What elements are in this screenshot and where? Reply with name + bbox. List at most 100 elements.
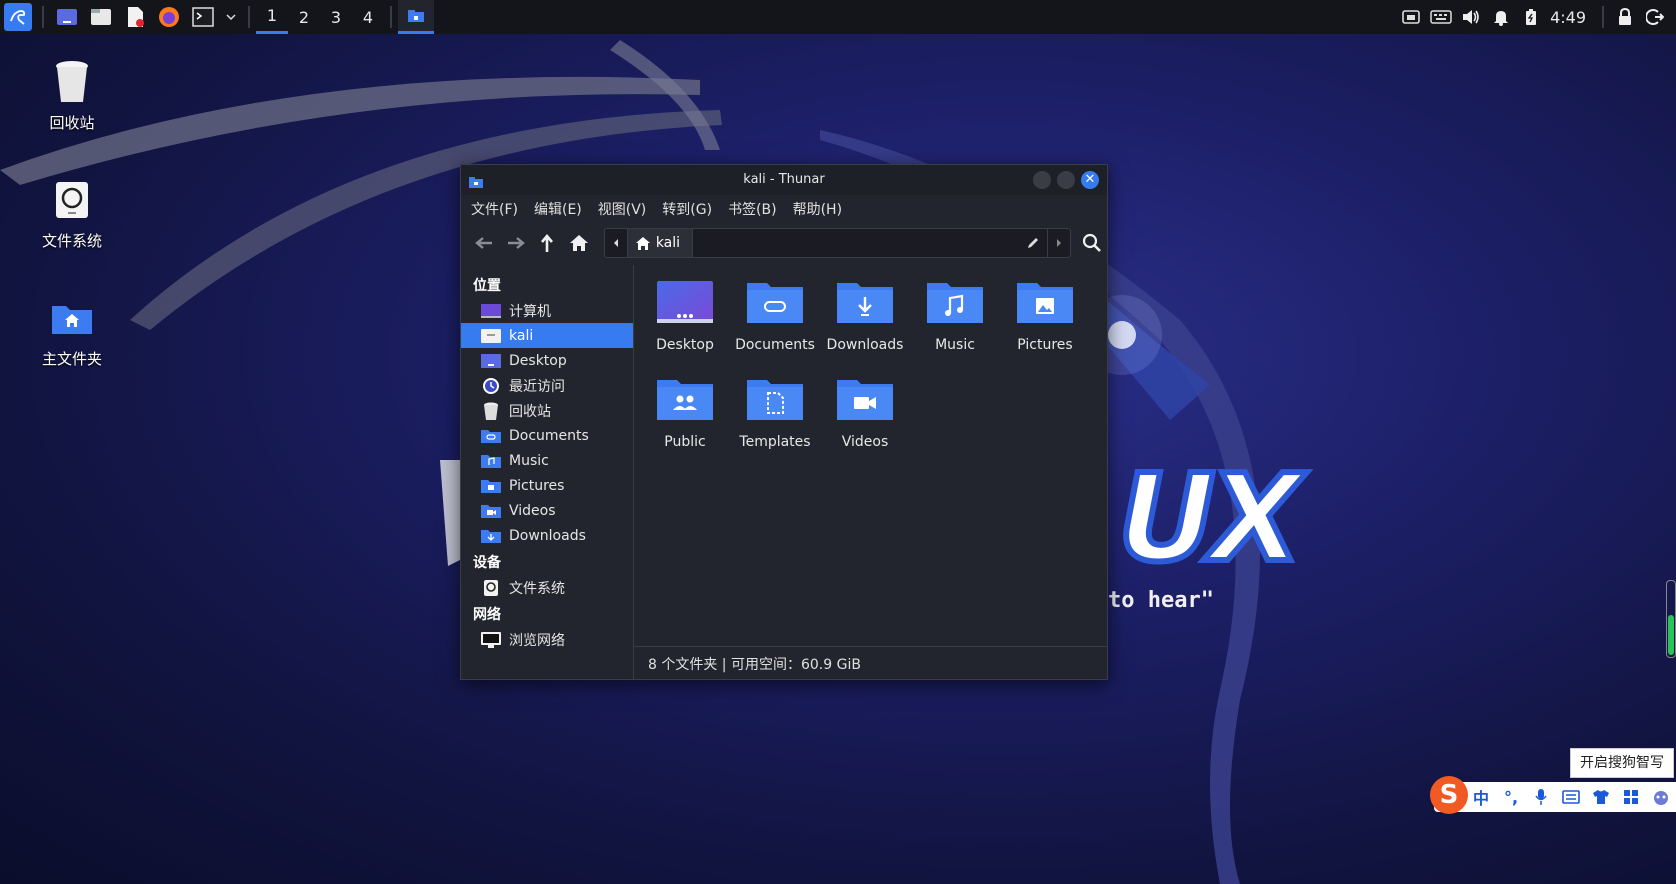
screenshot-icon[interactable] [1396,0,1426,34]
caret-right-icon [1057,239,1062,247]
desktop-icon [481,352,501,370]
workspace-3[interactable]: 3 [320,0,352,34]
workspace-4[interactable]: 4 [352,0,384,34]
folder-documents-icon [481,427,501,445]
logout-icon[interactable] [1640,0,1670,34]
file-view[interactable]: Desktop Documents Downloads Music Pictur… [634,265,1107,679]
menu-view[interactable]: 视图(V) [598,199,647,219]
path-crumb-label: kali [655,235,681,251]
file-item-templates[interactable]: Templates [730,376,820,473]
folder-music-icon [481,452,501,470]
search-button[interactable] [1077,228,1107,258]
workspace-2[interactable]: 2 [288,0,320,34]
file-item-pictures[interactable]: Pictures [1000,279,1090,376]
file-item-public[interactable]: Public [640,376,730,473]
path-crumb-kali[interactable]: kali [627,229,694,257]
panel-separator [1602,6,1604,28]
folder-pictures-icon [1015,279,1075,327]
sidebar-item-kali[interactable]: kali [461,323,633,348]
sidebar-item-documents[interactable]: Documents [461,423,633,448]
menu-file[interactable]: 文件(F) [471,199,518,219]
parent-folder-button[interactable] [532,228,562,258]
battery-icon[interactable] [1516,0,1546,34]
text-editor-icon[interactable] [122,4,148,30]
sidebar-item-downloads[interactable]: Downloads [461,523,633,548]
workspace-1[interactable]: 1 [256,0,288,34]
sidebar-item-computer[interactable]: 计算机 [461,298,633,323]
file-item-label: Music [935,337,975,353]
notification-bell-icon[interactable] [1486,0,1516,34]
toolbox-grid-icon[interactable] [1616,789,1646,805]
soft-keyboard-icon[interactable] [1556,790,1586,804]
firefox-icon[interactable] [156,4,182,30]
ime-mascot-icon[interactable] [1646,788,1676,806]
sidebar-item-filesystem[interactable]: 文件系统 [461,575,633,600]
sidebar-item-trash[interactable]: 回收站 [461,398,633,423]
skin-shirt-icon[interactable] [1586,789,1616,805]
desktop-icon-filesystem[interactable]: 文件系统 [12,176,132,251]
menu-help[interactable]: 帮助(H) [793,199,842,219]
path-scroll-left-button[interactable] [605,229,628,257]
kali-menu-icon[interactable] [4,3,32,31]
sidebar-item-label: 最近访问 [509,378,565,395]
window-titlebar[interactable]: kali - Thunar ✕ [461,165,1107,195]
sidebar-item-label: 浏览网络 [509,632,565,649]
window-title: kali - Thunar [743,172,825,187]
volume-icon[interactable] [1456,0,1486,34]
desktop-icon-label: 文件系统 [41,232,102,250]
folder-templates-icon [745,376,805,424]
microphone-icon[interactable] [1526,788,1556,806]
folder-videos-icon [481,502,501,520]
ime-mode-toggle[interactable]: 中 [1466,785,1496,809]
desktop-icon-home[interactable]: 主文件夹 [12,294,132,369]
sidebar-item-videos[interactable]: Videos [461,498,633,523]
sidebar-item-browse-network[interactable]: 浏览网络 [461,627,633,652]
edit-location-button[interactable] [1026,235,1040,254]
home-folder-icon [50,294,94,342]
file-item-videos[interactable]: Videos [820,376,910,473]
location-bar[interactable]: kali [603,228,1072,258]
folder-videos-icon [835,376,895,424]
chevron-down-icon[interactable] [224,4,238,30]
menu-bookmarks[interactable]: 书签(B) [728,199,777,219]
sidebar-item-desktop[interactable]: Desktop [461,348,633,373]
sidebar-item-pictures[interactable]: Pictures [461,473,633,498]
show-desktop-icon[interactable] [54,4,80,30]
file-item-label: Videos [841,434,889,450]
sidebar-item-label: 计算机 [509,303,551,320]
lock-screen-icon[interactable] [1610,0,1640,34]
back-button[interactable] [469,228,499,258]
panel-clock[interactable]: 4:49 [1550,8,1586,27]
sidebar: 位置 计算机 kali Desktop 最近访问 回收站 Documents M… [461,265,634,679]
menu-go[interactable]: 转到(G) [662,199,712,219]
file-item-desktop[interactable]: Desktop [640,279,730,376]
wallpaper-logo-text: UX [1115,447,1305,592]
maximize-button[interactable] [1057,171,1075,189]
file-item-music[interactable]: Music [910,279,1000,376]
folder-downloads-icon [835,279,895,327]
file-item-downloads[interactable]: Downloads [820,279,910,376]
keyboard-icon[interactable] [1426,0,1456,34]
search-icon [1083,233,1102,252]
desktop-icon-label: 回收站 [49,114,95,132]
ime-punctuation-toggle[interactable]: °, [1496,788,1526,807]
sidebar-item-label: Desktop [509,352,567,369]
computer-icon [481,302,501,320]
file-manager-icon[interactable] [88,4,114,30]
terminal-icon[interactable] [190,4,216,30]
drive-icon [50,176,94,224]
taskbar-thunar-button[interactable] [398,0,434,34]
sidebar-item-music[interactable]: Music [461,448,633,473]
file-item-label: Public [664,434,706,450]
file-item-documents[interactable]: Documents [730,279,820,376]
sidebar-item-recent[interactable]: 最近访问 [461,373,633,398]
desktop-icon-trash[interactable]: 回收站 [12,58,132,133]
close-button[interactable]: ✕ [1081,171,1099,189]
menu-edit[interactable]: 编辑(E) [534,199,582,219]
forward-button[interactable] [501,228,531,258]
path-scroll-right-button[interactable] [1047,229,1070,257]
sogou-logo[interactable]: S [1430,776,1468,814]
minimize-button[interactable] [1033,171,1051,189]
desktop-folder-icon [655,279,715,327]
home-button[interactable] [564,228,594,258]
